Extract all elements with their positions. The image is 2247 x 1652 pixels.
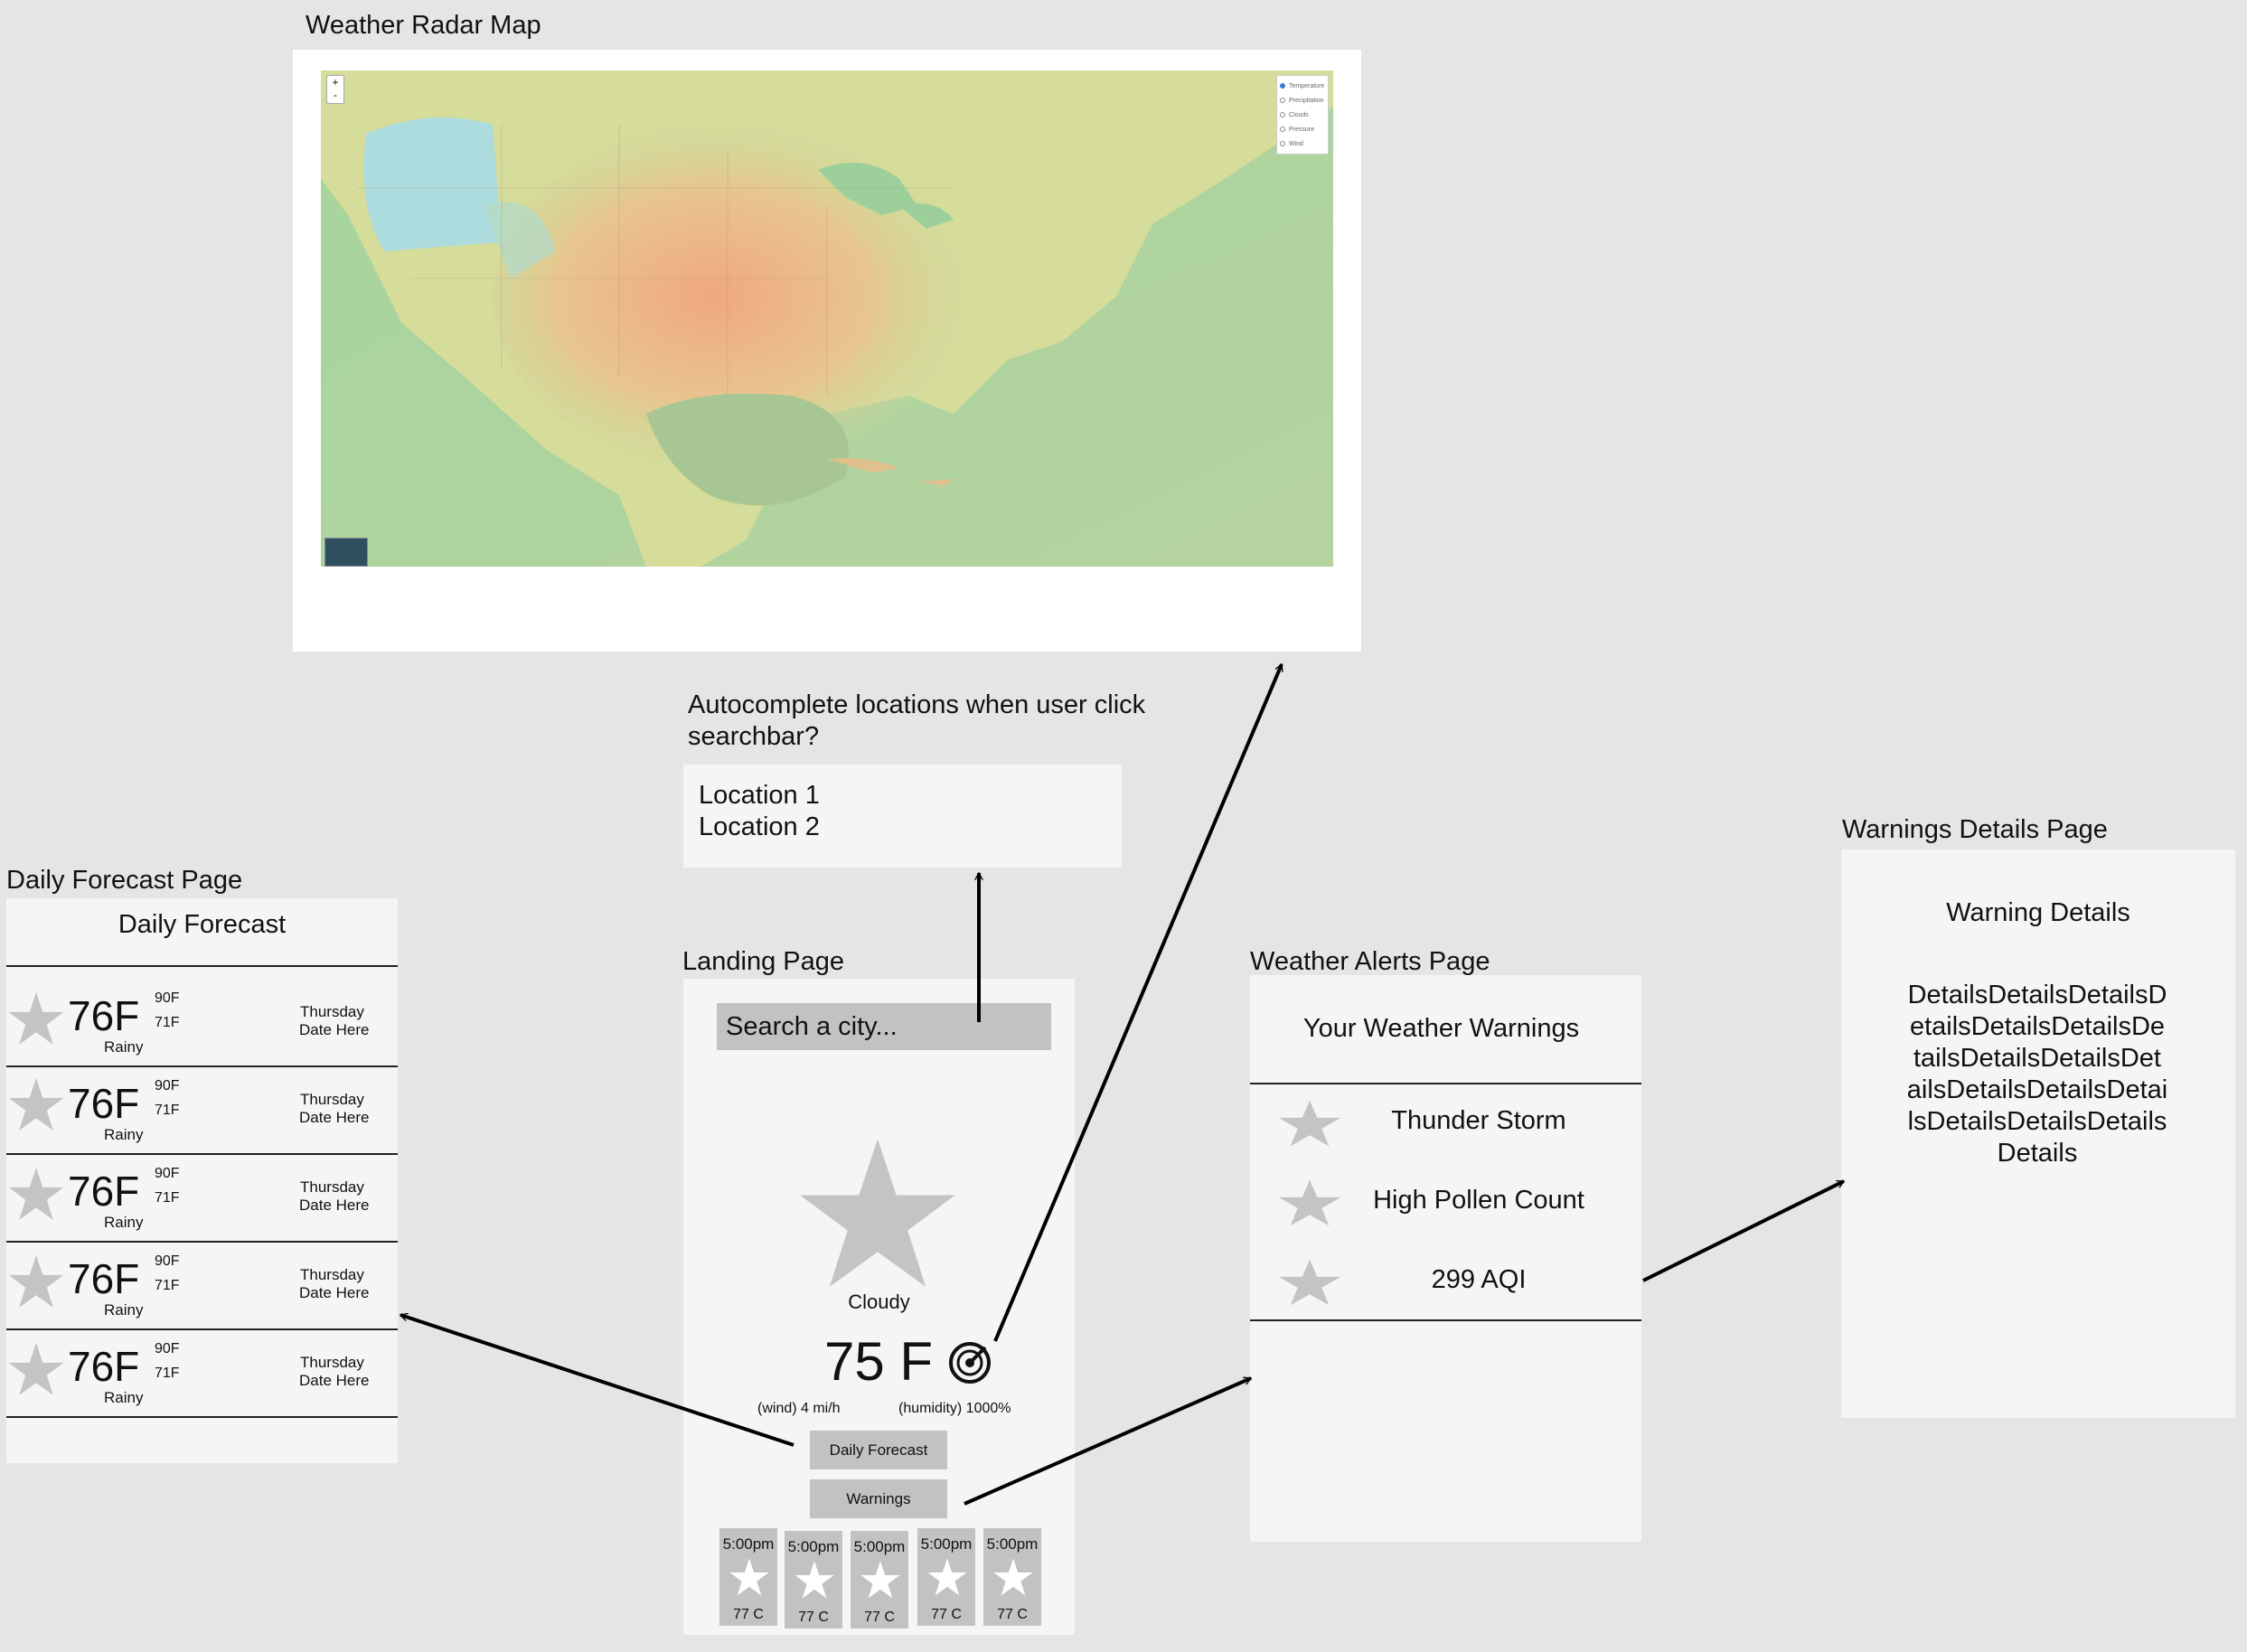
arrow-to-weather-alerts [964, 1376, 1251, 1506]
arrow-to-daily-forecast [400, 1315, 794, 1447]
arrow-radar-to-map [993, 664, 1283, 1342]
arrow-to-warning-details [1642, 1179, 1844, 1282]
flow-arrows [0, 0, 2247, 1506]
